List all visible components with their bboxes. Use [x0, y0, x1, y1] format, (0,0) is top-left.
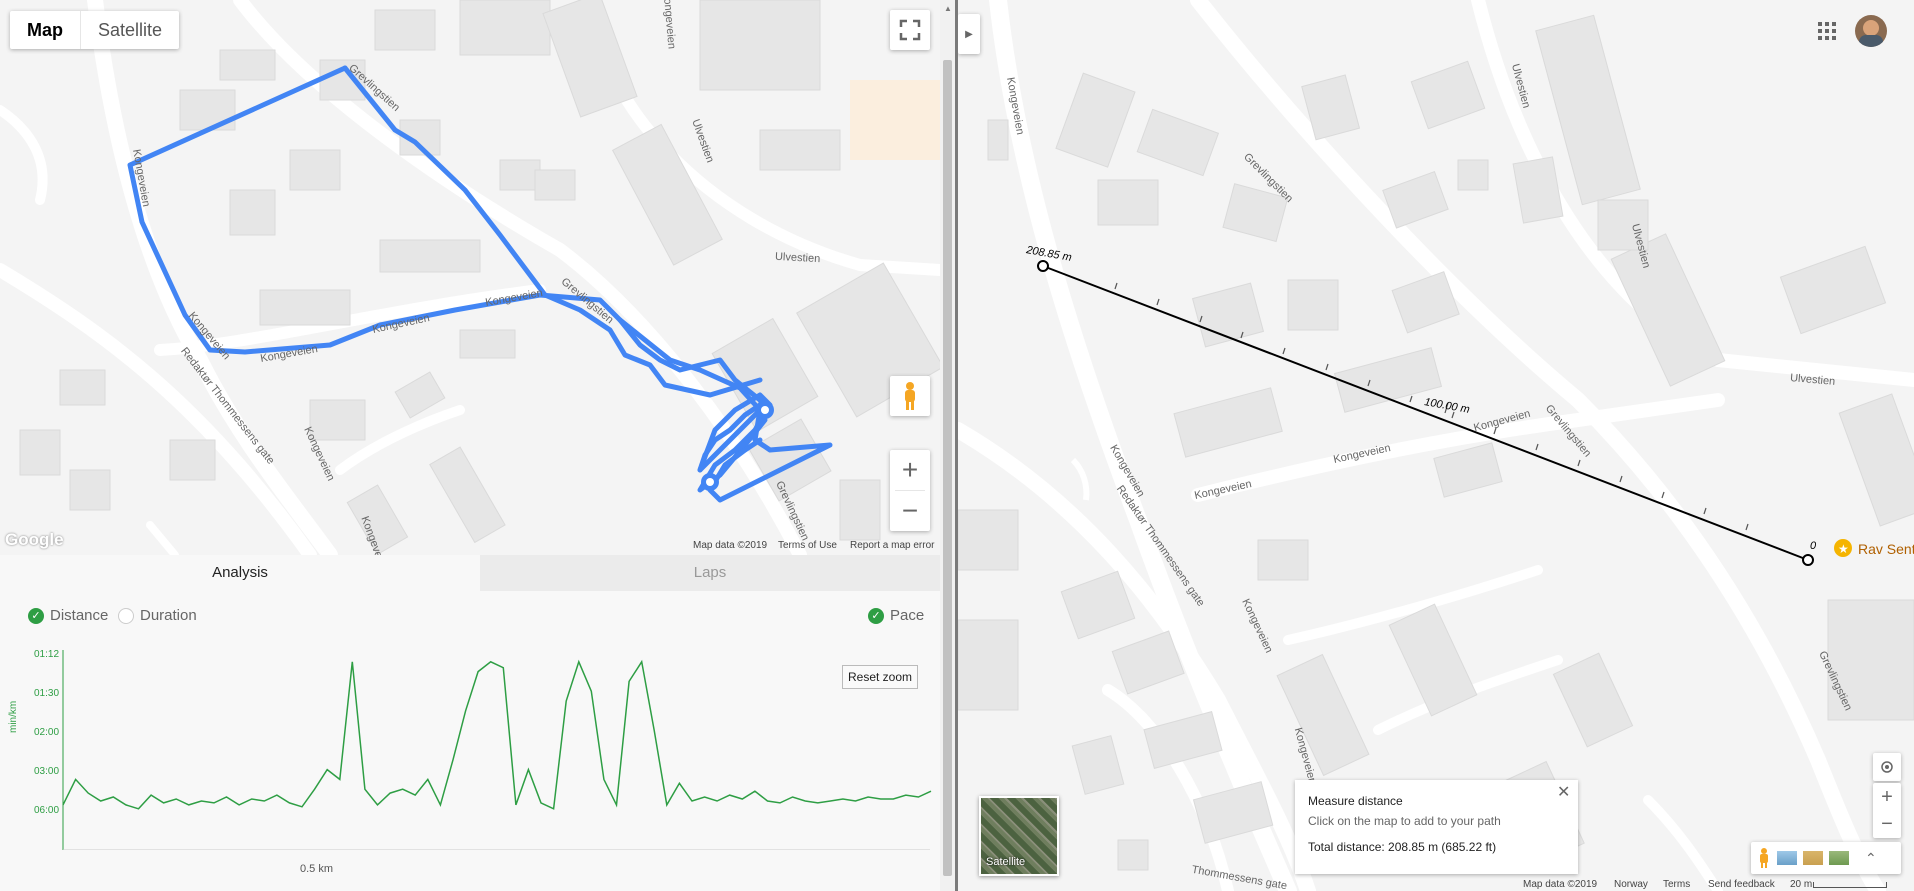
my-location-button[interactable]	[1873, 753, 1901, 781]
measure-hint: Click on the map to add to your path	[1308, 814, 1501, 828]
street-label: Ulvestien	[774, 250, 821, 266]
layers-strip: ⌃	[1751, 842, 1901, 874]
map-type-control: Map Satellite	[10, 11, 180, 49]
legend-distance[interactable]: ✓ Distance	[28, 607, 108, 624]
measure-title: Measure distance	[1308, 794, 1403, 808]
route-map[interactable]: Grevlingstien Ulvestien Ulvestien Kongev…	[0, 0, 940, 573]
measure-distance-card: Measure distance Click on the map to add…	[1295, 780, 1578, 874]
terms-link[interactable]: Terms of Use	[778, 540, 837, 551]
pace-series-line	[62, 659, 932, 810]
y-axis-title: min/km	[8, 700, 19, 733]
legend-duration-label: Duration	[140, 607, 197, 624]
country-label[interactable]: Norway	[1614, 879, 1648, 890]
zoom-control: + −	[890, 450, 930, 531]
measure-end-point	[1802, 554, 1814, 566]
scroll-up-icon[interactable]: ▲	[944, 4, 952, 13]
reset-zoom-button[interactable]: Reset zoom	[842, 665, 918, 689]
report-map-error-link[interactable]: Report a map error	[850, 540, 934, 551]
y-tick-label: 01:30	[34, 688, 60, 699]
checked-icon: ✓	[868, 607, 884, 624]
google-logo: Google	[5, 530, 64, 549]
measure-total: Total distance: 208.85 m (685.22 ft)	[1308, 840, 1497, 854]
measure-start-point	[1037, 260, 1049, 272]
zoom-out-button[interactable]: −	[902, 491, 918, 531]
satellite-layer-toggle[interactable]: Satellite	[979, 796, 1059, 876]
scrollbar[interactable]: ▲	[940, 0, 955, 891]
terms-link[interactable]: Terms	[1663, 879, 1690, 890]
layer-thumb-icon[interactable]	[1777, 851, 1797, 865]
measure-map-canvas: ★	[958, 0, 1914, 891]
poi-star-marker-icon: ★	[1834, 539, 1852, 557]
map-data-attribution: Map data ©2019	[1523, 879, 1598, 890]
zoom-out-button[interactable]: −	[1881, 811, 1893, 838]
google-maps-pane: ★ 208.85 m 100.00 m 0 Rav Sentr Kongevei…	[958, 0, 1914, 891]
my-location-icon	[1881, 761, 1893, 773]
avatar[interactable]	[1855, 15, 1887, 47]
checked-icon: ✓	[28, 607, 44, 624]
scale-bar	[1813, 882, 1887, 888]
y-tick-label: 03:00	[34, 766, 60, 777]
map-type-satellite-button[interactable]: Satellite	[81, 11, 179, 49]
zoom-control: + −	[1873, 783, 1901, 838]
unchecked-icon	[118, 607, 134, 624]
pegman-icon[interactable]	[1757, 847, 1771, 869]
send-feedback-link[interactable]: Send feedback	[1708, 879, 1775, 890]
satellite-thumb-label: Satellite	[986, 856, 1026, 868]
street-view-pegman[interactable]	[890, 376, 930, 416]
legend-distance-label: Distance	[50, 607, 109, 624]
layer-thumb-icon[interactable]	[1829, 851, 1849, 865]
y-tick-label: 02:00	[34, 727, 60, 738]
scrollbar-thumb[interactable]	[943, 60, 952, 876]
measure-end-label: 0	[1810, 540, 1817, 552]
legend-duration[interactable]: Duration	[118, 607, 197, 624]
route-marker-icon	[701, 473, 719, 491]
x-tick-label: 0.5 km	[300, 863, 334, 875]
y-tick-label: 06:00	[34, 805, 60, 816]
zoom-in-button[interactable]: +	[1881, 784, 1893, 811]
tab-laps[interactable]: Laps	[480, 555, 940, 591]
close-icon[interactable]: ✕	[1557, 782, 1570, 802]
activity-panel: Grevlingstien Ulvestien Ulvestien Kongev…	[0, 0, 955, 891]
map-data-attribution: Map data ©2019	[693, 540, 768, 551]
pegman-icon	[905, 382, 915, 410]
svg-text:★: ★	[1838, 542, 1849, 556]
pace-chart[interactable]	[60, 650, 940, 850]
legend-pace-label: Pace	[890, 607, 925, 624]
route-map-canvas	[0, 0, 940, 555]
chevron-right-icon: ▶	[965, 28, 973, 40]
analysis-panel: Analysis Laps ✓ Distance Duration ✓ Pace…	[0, 555, 940, 891]
fullscreen-icon	[899, 19, 921, 41]
y-tick-label: 01:12	[34, 649, 60, 660]
fullscreen-button[interactable]	[890, 10, 930, 50]
zoom-in-button[interactable]: +	[902, 450, 918, 490]
poi-label[interactable]: Rav Sentr	[1858, 541, 1914, 557]
route-marker-icon	[756, 401, 774, 419]
measure-map[interactable]: ★ 208.85 m 100.00 m 0 Rav Sentr Kongevei…	[958, 0, 1914, 891]
map-type-map-button[interactable]: Map	[10, 11, 81, 49]
chevron-up-icon[interactable]: ⌃	[1865, 850, 1877, 867]
collapse-side-panel-button[interactable]: ▶	[958, 14, 980, 54]
layer-thumb-icon[interactable]	[1803, 851, 1823, 865]
apps-grid-icon[interactable]	[1818, 22, 1836, 40]
scale-label[interactable]: 20 m	[1790, 879, 1812, 890]
legend-pace[interactable]: ✓ Pace	[868, 607, 924, 624]
tab-analysis[interactable]: Analysis	[0, 555, 480, 591]
